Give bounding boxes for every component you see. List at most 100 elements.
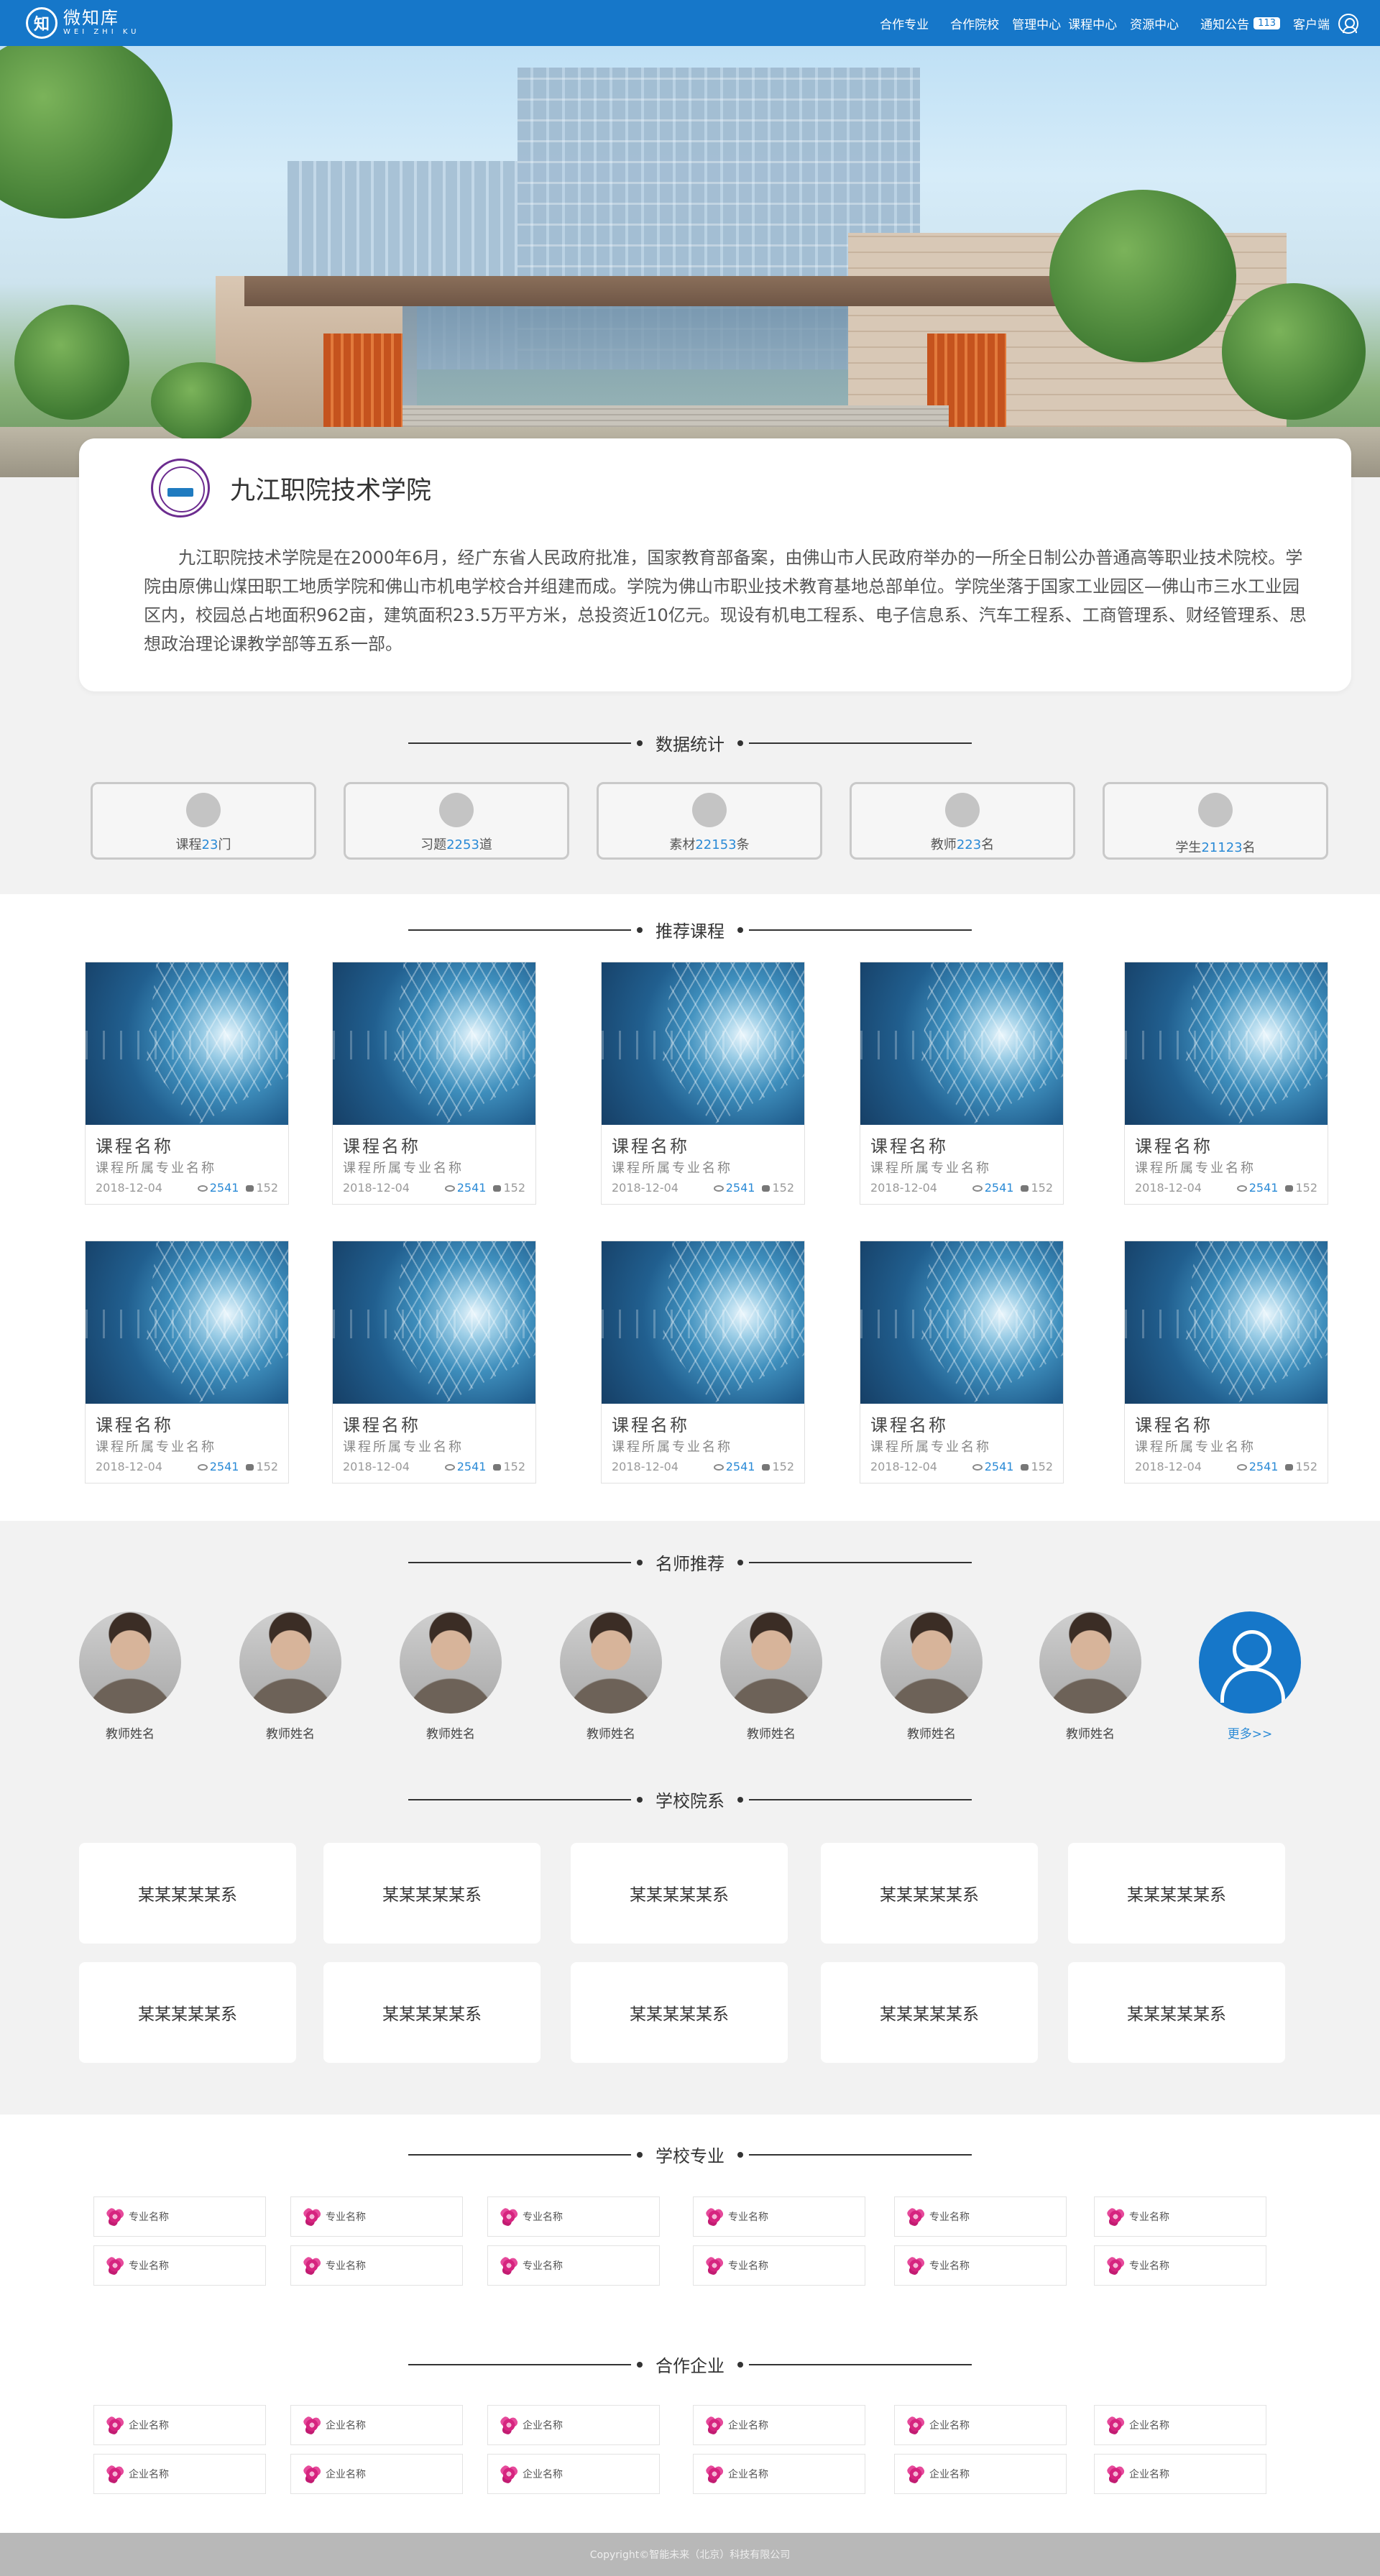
major-tag[interactable]: 专业名称 (693, 2196, 865, 2237)
course-card[interactable]: 课程名称 课程所属专业名称 2018-12-04 2541 152 (860, 1241, 1064, 1484)
course-card[interactable]: 课程名称 课程所属专业名称 2018-12-04 2541 152 (860, 962, 1064, 1205)
course-card[interactable]: 课程名称 课程所属专业名称 2018-12-04 2541 152 (332, 1241, 536, 1484)
major-tag[interactable]: 专业名称 (894, 2245, 1067, 2286)
more-teachers-button[interactable]: 更多>> (1199, 1611, 1301, 1742)
company-tag[interactable]: 企业名称 (1094, 2454, 1266, 2494)
site-logo[interactable]: 知 微知库 WEI ZHI KU (26, 7, 139, 39)
company-tag[interactable]: 企业名称 (693, 2454, 865, 2494)
company-tag-label: 企业名称 (929, 2469, 970, 2480)
nav-cooperative-majors[interactable]: 合作专业 (880, 14, 929, 32)
course-name[interactable]: 课程名称 (1135, 1411, 1213, 1436)
department-card[interactable]: 某某某某某系 (79, 1962, 296, 2063)
course-cover-image[interactable] (602, 962, 804, 1125)
department-card[interactable]: 某某某某某系 (79, 1843, 296, 1944)
course-cover-image[interactable] (333, 1241, 535, 1404)
course-card[interactable]: 课程名称 课程所属专业名称 2018-12-04 2541 152 (1124, 962, 1328, 1205)
company-tag[interactable]: 企业名称 (894, 2454, 1067, 2494)
major-tag[interactable]: 专业名称 (290, 2196, 463, 2237)
company-tag[interactable]: 企业名称 (487, 2454, 660, 2494)
title-divider-left (408, 1559, 643, 1565)
major-tag[interactable]: 专业名称 (93, 2245, 266, 2286)
nav-notices[interactable]: 通知公告 113 (1200, 14, 1280, 32)
major-tag[interactable]: 专业名称 (693, 2245, 865, 2286)
teacher-avatar[interactable] (400, 1611, 502, 1714)
course-card[interactable]: 课程名称 课程所属专业名称 2018-12-04 2541 152 (1124, 1241, 1328, 1484)
department-card[interactable]: 某某某某某系 (571, 1962, 788, 2063)
course-cover-image[interactable] (602, 1241, 804, 1404)
course-name[interactable]: 课程名称 (343, 1132, 420, 1157)
course-name[interactable]: 课程名称 (96, 1411, 173, 1436)
course-card[interactable]: 课程名称 课程所属专业名称 2018-12-04 2541 152 (85, 962, 289, 1205)
teacher-card[interactable]: 教师姓名 (239, 1611, 341, 1742)
course-cover-image[interactable] (86, 1241, 288, 1404)
course-cover-image[interactable] (333, 962, 535, 1125)
nav-resource-center[interactable]: 资源中心 (1130, 14, 1179, 32)
teacher-card[interactable]: 教师姓名 (880, 1611, 983, 1742)
major-tag[interactable]: 专业名称 (487, 2196, 660, 2237)
company-tag[interactable]: 企业名称 (1094, 2405, 1266, 2445)
stat-icon (439, 793, 474, 827)
company-tag[interactable]: 企业名称 (894, 2405, 1067, 2445)
stat-card-exercises[interactable]: 习题2253道 (344, 782, 569, 860)
department-card[interactable]: 某某某某某系 (821, 1843, 1038, 1944)
company-tag[interactable]: 企业名称 (290, 2454, 463, 2494)
course-card[interactable]: 课程名称 课程所属专业名称 2018-12-04 2541 152 (332, 962, 536, 1205)
teacher-avatar[interactable] (560, 1611, 662, 1714)
course-name[interactable]: 课程名称 (612, 1132, 689, 1157)
stat-card-students[interactable]: 学生21123名 (1103, 782, 1328, 860)
course-name[interactable]: 课程名称 (870, 1132, 948, 1157)
nav-course-center[interactable]: 课程中心 (1068, 14, 1117, 32)
flower-icon (1106, 2207, 1125, 2226)
course-cover-image[interactable] (860, 962, 1063, 1125)
department-card[interactable]: 某某某某某系 (323, 1843, 540, 1944)
course-cover-image[interactable] (1125, 962, 1328, 1125)
title-divider-left (408, 1796, 643, 1803)
department-card[interactable]: 某某某某某系 (821, 1962, 1038, 2063)
teacher-avatar[interactable] (1039, 1611, 1141, 1714)
nav-management-center[interactable]: 管理中心 (1012, 14, 1061, 32)
teacher-avatar[interactable] (239, 1611, 341, 1714)
teacher-avatar[interactable] (720, 1611, 822, 1714)
course-card[interactable]: 课程名称 课程所属专业名称 2018-12-04 2541 152 (85, 1241, 289, 1484)
course-name[interactable]: 课程名称 (870, 1411, 948, 1436)
department-card[interactable]: 某某某某某系 (323, 1962, 540, 2063)
company-tag-label: 企业名称 (523, 2469, 563, 2480)
major-tag[interactable]: 专业名称 (290, 2245, 463, 2286)
nav-cooperative-schools[interactable]: 合作院校 (950, 14, 999, 32)
stat-card-courses[interactable]: 课程23门 (91, 782, 316, 860)
major-tag[interactable]: 专业名称 (1094, 2245, 1266, 2286)
department-card[interactable]: 某某某某某系 (571, 1843, 788, 1944)
course-cover-image[interactable] (1125, 1241, 1328, 1404)
company-tag[interactable]: 企业名称 (93, 2405, 266, 2445)
major-tag[interactable]: 专业名称 (894, 2196, 1067, 2237)
teacher-card[interactable]: 教师姓名 (720, 1611, 822, 1742)
major-tag[interactable]: 专业名称 (487, 2245, 660, 2286)
teacher-card[interactable]: 教师姓名 (79, 1611, 181, 1742)
nav-client[interactable]: 客户端 (1293, 14, 1330, 32)
major-tag[interactable]: 专业名称 (93, 2196, 266, 2237)
course-name[interactable]: 课程名称 (343, 1411, 420, 1436)
user-account-icon[interactable] (1338, 14, 1358, 34)
company-tag[interactable]: 企业名称 (487, 2405, 660, 2445)
teacher-card[interactable]: 教师姓名 (560, 1611, 662, 1742)
stat-card-materials[interactable]: 素材22153条 (597, 782, 822, 860)
course-name[interactable]: 课程名称 (96, 1132, 173, 1157)
company-tag[interactable]: 企业名称 (693, 2405, 865, 2445)
teacher-card[interactable]: 教师姓名 (400, 1611, 502, 1742)
course-card[interactable]: 课程名称 课程所属专业名称 2018-12-04 2541 152 (601, 962, 805, 1205)
course-card[interactable]: 课程名称 课程所属专业名称 2018-12-04 2541 152 (601, 1241, 805, 1484)
teacher-card[interactable]: 教师姓名 (1039, 1611, 1141, 1742)
course-name[interactable]: 课程名称 (612, 1411, 689, 1436)
course-cover-image[interactable] (860, 1241, 1063, 1404)
department-card[interactable]: 某某某某某系 (1068, 1843, 1285, 1944)
company-tag[interactable]: 企业名称 (290, 2405, 463, 2445)
company-tag[interactable]: 企业名称 (93, 2454, 266, 2494)
teacher-avatar[interactable] (79, 1611, 181, 1714)
department-card[interactable]: 某某某某某系 (1068, 1962, 1285, 2063)
course-name[interactable]: 课程名称 (1135, 1132, 1213, 1157)
stat-card-teachers[interactable]: 教师223名 (850, 782, 1075, 860)
course-cover-image[interactable] (86, 962, 288, 1125)
major-tag[interactable]: 专业名称 (1094, 2196, 1266, 2237)
more-teachers-link[interactable]: 更多>> (1199, 1724, 1301, 1742)
teacher-avatar[interactable] (880, 1611, 983, 1714)
